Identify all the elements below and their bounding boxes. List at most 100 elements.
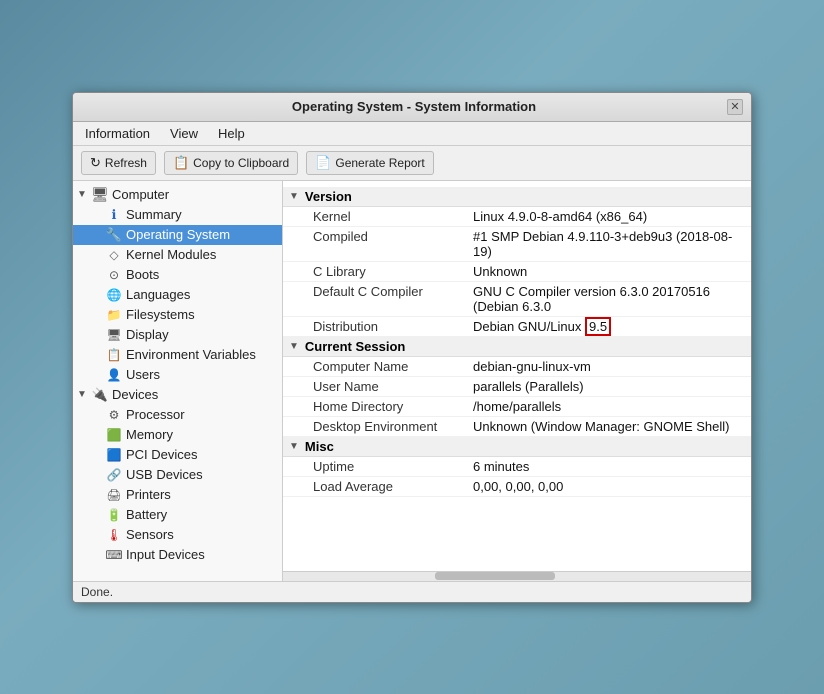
scrollbar-thumb[interactable]	[435, 572, 555, 580]
row-load-average: Load Average 0,00, 0,00, 0,00	[283, 477, 751, 497]
sidebar-item-env[interactable]: 📋 Environment Variables	[73, 345, 282, 365]
menu-view[interactable]: View	[166, 125, 202, 142]
version-section-header: ▼ Version	[283, 187, 751, 207]
value-home-dir: /home/parallels	[473, 399, 743, 414]
sidebar-item-sensors[interactable]: 🌡 Sensors	[73, 525, 282, 545]
sidebar-item-filesystems[interactable]: 📁 Filesystems	[73, 305, 282, 325]
battery-icon: 🔋	[105, 507, 123, 523]
value-compiler: GNU C Compiler version 6.3.0 20170516 (D…	[473, 284, 743, 314]
copy-button[interactable]: 📋 Copy to Clipboard	[164, 151, 298, 175]
menubar: Information View Help	[73, 122, 751, 146]
refresh-label: Refresh	[105, 156, 147, 170]
sidebar-item-kernel[interactable]: ◇ Kernel Modules	[73, 245, 282, 265]
main-area: ▼ 🖥 Computer ℹ Summary 🔧 Operating Syste…	[73, 181, 751, 581]
value-uptime: 6 minutes	[473, 459, 743, 474]
value-desktop-env: Unknown (Window Manager: GNOME Shell)	[473, 419, 743, 434]
sidebar: ▼ 🖥 Computer ℹ Summary 🔧 Operating Syste…	[73, 181, 283, 581]
input-icon: ⌨	[105, 547, 123, 563]
row-computer-name: Computer Name debian-gnu-linux-vm	[283, 357, 751, 377]
version-section-label: Version	[305, 189, 352, 204]
languages-icon: 🌐	[105, 287, 123, 303]
sidebar-filesystems-label: Filesystems	[126, 307, 195, 322]
sidebar-item-processor[interactable]: ⚙ Processor	[73, 405, 282, 425]
sidebar-sensors-label: Sensors	[126, 527, 174, 542]
sidebar-item-usb[interactable]: 🔗 USB Devices	[73, 465, 282, 485]
printers-icon: 🖨	[105, 487, 123, 503]
label-distribution: Distribution	[313, 319, 473, 334]
misc-expand-arrow: ▼	[289, 441, 299, 452]
expand-arrow-computer: ▼	[77, 189, 91, 200]
sidebar-item-users[interactable]: 👤 Users	[73, 365, 282, 385]
distrib-text: Debian GNU/Linux	[473, 319, 585, 334]
value-load-average: 0,00, 0,00, 0,00	[473, 479, 743, 494]
sidebar-item-os[interactable]: 🔧 Operating System	[73, 225, 282, 245]
label-desktop-env: Desktop Environment	[313, 419, 473, 434]
menu-information[interactable]: Information	[81, 125, 154, 142]
users-icon: 👤	[105, 367, 123, 383]
boots-icon: ⊙	[105, 267, 123, 283]
sidebar-item-display[interactable]: 🖥 Display	[73, 325, 282, 345]
sidebar-item-battery[interactable]: 🔋 Battery	[73, 505, 282, 525]
sidebar-item-devices[interactable]: ▼ 🔌 Devices	[73, 385, 282, 405]
close-button[interactable]: ✕	[727, 99, 743, 115]
row-distribution: Distribution Debian GNU/Linux 9.5	[283, 317, 751, 337]
sidebar-item-languages[interactable]: 🌐 Languages	[73, 285, 282, 305]
refresh-button[interactable]: ↻ Refresh	[81, 151, 156, 175]
label-computer-name: Computer Name	[313, 359, 473, 374]
row-compiled: Compiled #1 SMP Debian 4.9.110-3+deb9u3 …	[283, 227, 751, 262]
memory-icon: 🟩	[105, 427, 123, 443]
label-compiler: Default C Compiler	[313, 284, 473, 299]
window-title: Operating System - System Information	[101, 99, 727, 114]
report-icon: 📄	[315, 155, 331, 171]
sidebar-summary-label: Summary	[126, 207, 182, 222]
sidebar-boots-label: Boots	[126, 267, 159, 282]
env-icon: 📋	[105, 347, 123, 363]
computer-icon: 🖥	[91, 187, 109, 203]
label-kernel: Kernel	[313, 209, 473, 224]
version-expand-arrow: ▼	[289, 191, 299, 202]
value-kernel: Linux 4.9.0-8-amd64 (x86_64)	[473, 209, 743, 224]
sidebar-item-boots[interactable]: ⊙ Boots	[73, 265, 282, 285]
sidebar-item-summary[interactable]: ℹ Summary	[73, 205, 282, 225]
sidebar-usb-label: USB Devices	[126, 467, 203, 482]
sidebar-battery-label: Battery	[126, 507, 167, 522]
value-compiled: #1 SMP Debian 4.9.110-3+deb9u3 (2018-08-…	[473, 229, 743, 259]
sidebar-display-label: Display	[126, 327, 169, 342]
pci-icon: 🟦	[105, 447, 123, 463]
report-label: Generate Report	[335, 156, 424, 170]
devices-icon: 🔌	[91, 387, 109, 403]
label-load-average: Load Average	[313, 479, 473, 494]
row-uptime: Uptime 6 minutes	[283, 457, 751, 477]
label-uptime: Uptime	[313, 459, 473, 474]
value-distribution: Debian GNU/Linux 9.5	[473, 319, 743, 334]
misc-section-label: Misc	[305, 439, 334, 454]
sidebar-users-label: Users	[126, 367, 160, 382]
row-kernel: Kernel Linux 4.9.0-8-amd64 (x86_64)	[283, 207, 751, 227]
sidebar-input-label: Input Devices	[126, 547, 205, 562]
value-clibrary: Unknown	[473, 264, 743, 279]
sidebar-item-printers[interactable]: 🖨 Printers	[73, 485, 282, 505]
kernel-icon: ◇	[105, 247, 123, 263]
sidebar-item-pci[interactable]: 🟦 PCI Devices	[73, 445, 282, 465]
sidebar-computer-label: Computer	[112, 187, 169, 202]
sidebar-processor-label: Processor	[126, 407, 185, 422]
os-icon: 🔧	[105, 227, 123, 243]
menu-help[interactable]: Help	[214, 125, 249, 142]
horizontal-scrollbar[interactable]	[283, 571, 751, 581]
display-icon: 🖥	[105, 327, 123, 343]
titlebar: Operating System - System Information ✕	[73, 93, 751, 122]
sidebar-item-computer[interactable]: ▼ 🖥 Computer	[73, 185, 282, 205]
copy-icon: 📋	[173, 155, 189, 171]
sidebar-item-input[interactable]: ⌨ Input Devices	[73, 545, 282, 565]
value-user-name: parallels (Parallels)	[473, 379, 743, 394]
sidebar-languages-label: Languages	[126, 287, 190, 302]
label-compiled: Compiled	[313, 229, 473, 244]
sidebar-os-label: Operating System	[126, 227, 230, 242]
report-button[interactable]: 📄 Generate Report	[306, 151, 434, 175]
usb-icon: 🔗	[105, 467, 123, 483]
sidebar-item-memory[interactable]: 🟩 Memory	[73, 425, 282, 445]
sidebar-env-label: Environment Variables	[126, 347, 256, 362]
distrib-version: 9.5	[585, 317, 611, 336]
statusbar: Done.	[73, 581, 751, 602]
label-user-name: User Name	[313, 379, 473, 394]
